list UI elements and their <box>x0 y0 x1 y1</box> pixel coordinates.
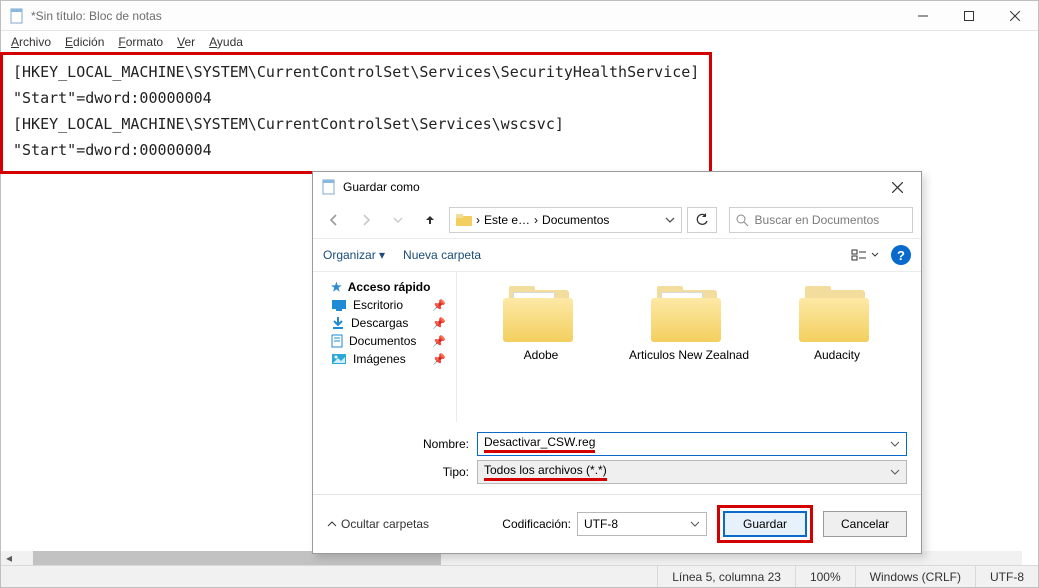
nav-recent-button[interactable] <box>385 207 411 233</box>
pin-icon: 📌 <box>432 353 446 366</box>
desktop-icon <box>331 299 347 311</box>
search-input[interactable]: Buscar en Documentos <box>729 207 913 233</box>
encoding-value: UTF-8 <box>584 517 618 531</box>
pin-icon: 📌 <box>432 317 446 330</box>
navigation-tree: ★ Acceso rápido Escritorio📌 Descargas📌 D… <box>313 272 457 422</box>
nav-back-button[interactable] <box>321 207 347 233</box>
filename-input[interactable]: Desactivar_CSW.reg <box>477 432 907 456</box>
chevron-up-icon <box>327 519 337 529</box>
encoding-select[interactable]: UTF-8 <box>577 512 707 536</box>
chevron-down-icon <box>871 251 879 259</box>
star-icon: ★ <box>331 280 342 294</box>
notepad-menubar: Archivo Edición Formato Ver Ayuda <box>1 31 1038 53</box>
highlight-box: [HKEY_LOCAL_MACHINE\SYSTEM\CurrentContro… <box>0 52 712 174</box>
folder-view[interactable]: Adobe Articulos New Zealnad Audacity <box>457 272 921 422</box>
view-icon <box>851 248 867 262</box>
folder-item-adobe[interactable]: Adobe <box>477 286 605 418</box>
encoding-label: Codificación: <box>502 517 571 531</box>
content-line-1: "Start"=dword:00000004 <box>13 85 699 111</box>
notepad-app-icon <box>9 8 25 24</box>
tree-item-imagenes[interactable]: Imágenes📌 <box>313 350 456 368</box>
dialog-titlebar: Guardar como <box>313 172 921 202</box>
dialog-close-button[interactable] <box>877 174 917 200</box>
folder-icon <box>799 286 875 342</box>
status-position: Línea 5, columna 23 <box>657 566 795 587</box>
chevron-right-icon: › <box>534 213 538 227</box>
nav-forward-button[interactable] <box>353 207 379 233</box>
view-mode-button[interactable] <box>851 248 879 262</box>
notepad-title: *Sin título: Bloc de notas <box>31 9 162 23</box>
hide-folders-button[interactable]: Ocultar carpetas <box>327 517 429 531</box>
filetype-label: Tipo: <box>409 465 469 479</box>
cancel-button[interactable]: Cancelar <box>823 511 907 537</box>
dialog-fields: Nombre: Desactivar_CSW.reg Tipo: Todos l… <box>313 422 921 490</box>
menu-file[interactable]: Archivo <box>11 35 51 49</box>
folder-icon <box>651 286 727 342</box>
filename-value: Desactivar_CSW.reg <box>484 435 595 453</box>
chevron-right-icon: › <box>476 213 480 227</box>
download-icon <box>331 316 345 330</box>
pin-icon: 📌 <box>432 335 446 348</box>
image-icon <box>331 353 347 365</box>
save-button[interactable]: Guardar <box>723 511 807 537</box>
content-line-0: [HKEY_LOCAL_MACHINE\SYSTEM\CurrentContro… <box>13 59 699 85</box>
chevron-down-icon <box>690 519 700 529</box>
close-button[interactable] <box>992 1 1038 31</box>
dialog-app-icon <box>321 179 337 195</box>
scroll-left-icon[interactable]: ◂ <box>1 551 17 565</box>
minimize-button[interactable] <box>900 1 946 31</box>
menu-view[interactable]: Ver <box>177 35 195 49</box>
menu-help[interactable]: Ayuda <box>209 35 243 49</box>
breadcrumb-root[interactable]: Este e… <box>484 213 530 227</box>
tree-item-escritorio[interactable]: Escritorio📌 <box>313 296 456 314</box>
organize-button[interactable]: Organizar ▾ <box>323 248 385 262</box>
folder-item-audacity[interactable]: Audacity <box>773 286 901 418</box>
folder-item-articulos[interactable]: Articulos New Zealnad <box>625 286 753 418</box>
refresh-button[interactable] <box>687 207 717 233</box>
dialog-title: Guardar como <box>343 180 420 194</box>
new-folder-button[interactable]: Nueva carpeta <box>403 248 481 262</box>
maximize-button[interactable] <box>946 1 992 31</box>
folder-label: Adobe <box>524 348 559 362</box>
folder-icon <box>503 286 579 342</box>
notepad-statusbar: Línea 5, columna 23 100% Windows (CRLF) … <box>1 565 1038 587</box>
filetype-select[interactable]: Todos los archivos (*.*) <box>477 460 907 484</box>
breadcrumb-folder[interactable]: Documentos <box>542 213 609 227</box>
filename-label: Nombre: <box>409 437 469 451</box>
chevron-down-icon[interactable] <box>890 439 900 449</box>
save-highlight: Guardar <box>717 505 813 543</box>
address-bar[interactable]: › Este e… › Documentos <box>449 207 682 233</box>
notepad-titlebar: *Sin título: Bloc de notas <box>1 1 1038 31</box>
content-line-3: [HKEY_LOCAL_MACHINE\SYSTEM\CurrentContro… <box>13 111 699 137</box>
nav-up-button[interactable] <box>417 207 443 233</box>
save-as-dialog: Guardar como › Este e… › Documentos Busc… <box>312 171 922 554</box>
dialog-bottom-bar: Ocultar carpetas Codificación: UTF-8 Gua… <box>313 495 921 553</box>
help-button[interactable]: ? <box>891 245 911 265</box>
dialog-navbar: › Este e… › Documentos Buscar en Documen… <box>313 202 921 238</box>
tree-quick-access[interactable]: ★ Acceso rápido <box>313 278 456 296</box>
dialog-toolbar: Organizar ▾ Nueva carpeta ? <box>313 238 921 272</box>
content-line-4: "Start"=dword:00000004 <box>13 137 699 163</box>
chevron-down-icon[interactable] <box>665 215 675 225</box>
folder-icon <box>456 212 472 228</box>
pin-icon: 📌 <box>432 299 446 312</box>
search-placeholder: Buscar en Documentos <box>755 213 880 227</box>
status-encoding: UTF-8 <box>975 566 1038 587</box>
dialog-body: ★ Acceso rápido Escritorio📌 Descargas📌 D… <box>313 272 921 422</box>
status-eol: Windows (CRLF) <box>855 566 975 587</box>
tree-item-documentos[interactable]: Documentos📌 <box>313 332 456 350</box>
filetype-value: Todos los archivos (*.*) <box>484 463 607 481</box>
search-icon <box>736 214 749 227</box>
menu-edit[interactable]: Edición <box>65 35 104 49</box>
folder-label: Audacity <box>814 348 860 362</box>
menu-format[interactable]: Formato <box>118 35 163 49</box>
tree-item-descargas[interactable]: Descargas📌 <box>313 314 456 332</box>
status-zoom: 100% <box>795 566 855 587</box>
chevron-down-icon <box>890 467 900 477</box>
folder-label: Articulos New Zealnad <box>629 348 749 362</box>
document-icon <box>331 334 343 348</box>
